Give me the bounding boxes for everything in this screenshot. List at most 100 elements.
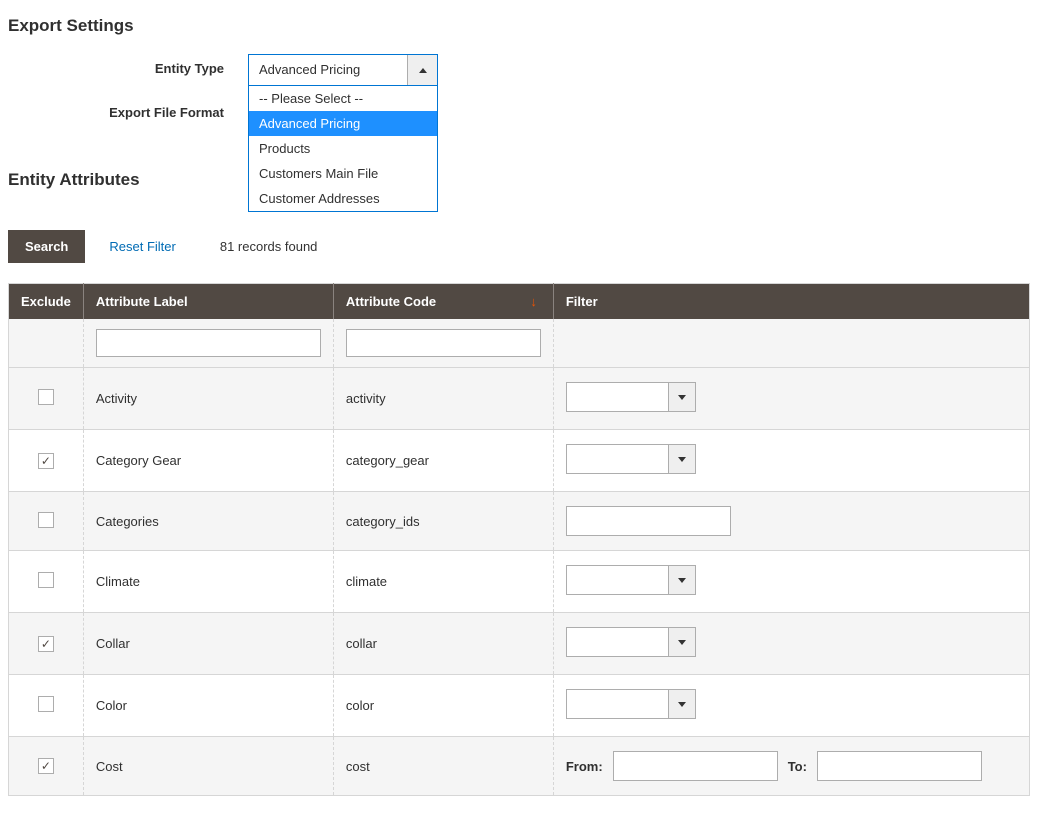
grid-toolbar: Search Reset Filter 81 records found bbox=[8, 230, 1035, 263]
range-from-input[interactable] bbox=[613, 751, 778, 781]
filter-label-cell bbox=[83, 319, 333, 368]
attribute-label-cell: Activity bbox=[83, 368, 333, 430]
filter-cell bbox=[553, 675, 1029, 737]
section-entity-attributes: Entity Attributes bbox=[8, 170, 1035, 190]
entity-type-select-box[interactable]: Advanced Pricing bbox=[248, 54, 438, 86]
filter-select-toggle[interactable] bbox=[668, 689, 696, 719]
filter-select-value bbox=[566, 382, 668, 412]
entity-type-option[interactable]: Customers Main File bbox=[249, 161, 437, 186]
header-filter[interactable]: Filter bbox=[553, 284, 1029, 320]
file-format-row: Export File Format bbox=[8, 98, 1035, 120]
entity-type-row: Entity Type Advanced Pricing -- Please S… bbox=[8, 54, 1035, 86]
chevron-down-icon bbox=[678, 640, 686, 645]
attribute-code-cell: category_ids bbox=[333, 492, 553, 551]
attribute-code-cell: category_gear bbox=[333, 430, 553, 492]
attribute-code-cell: color bbox=[333, 675, 553, 737]
attribute-code-cell: cost bbox=[333, 737, 553, 796]
exclude-checkbox[interactable] bbox=[38, 389, 54, 405]
attribute-label-cell: Cost bbox=[83, 737, 333, 796]
table-row: ✓ Collarcollar bbox=[9, 613, 1030, 675]
exclude-checkbox[interactable]: ✓ bbox=[38, 453, 54, 469]
range-from-label: From: bbox=[566, 759, 603, 774]
filter-select-toggle[interactable] bbox=[668, 444, 696, 474]
attribute-label-cell: Color bbox=[83, 675, 333, 737]
filter-attribute-label-input[interactable] bbox=[96, 329, 321, 357]
table-row: ✓ Costcost From: To: bbox=[9, 737, 1030, 796]
attribute-code-cell: collar bbox=[333, 613, 553, 675]
exclude-checkbox[interactable]: ✓ bbox=[38, 758, 54, 774]
chevron-down-icon bbox=[678, 702, 686, 707]
file-format-label: Export File Format bbox=[8, 98, 248, 120]
search-button[interactable]: Search bbox=[8, 230, 85, 263]
filter-cell bbox=[553, 551, 1029, 613]
attribute-code-cell: climate bbox=[333, 551, 553, 613]
chevron-down-icon bbox=[678, 578, 686, 583]
chevron-up-icon bbox=[419, 68, 427, 73]
entity-type-option[interactable]: Customer Addresses bbox=[249, 186, 437, 211]
table-row: Activityactivity bbox=[9, 368, 1030, 430]
entity-type-option[interactable]: -- Please Select -- bbox=[249, 86, 437, 111]
attribute-label-cell: Climate bbox=[83, 551, 333, 613]
filter-select-value bbox=[566, 627, 668, 657]
exclude-checkbox[interactable] bbox=[38, 572, 54, 588]
attribute-label-cell: Category Gear bbox=[83, 430, 333, 492]
filter-code-cell bbox=[333, 319, 553, 368]
exclude-checkbox[interactable] bbox=[38, 512, 54, 528]
filter-cell: From: To: bbox=[553, 737, 1029, 796]
filter-cell bbox=[553, 430, 1029, 492]
filter-select-toggle[interactable] bbox=[668, 565, 696, 595]
filter-select-value bbox=[566, 565, 668, 595]
filter-attribute-code-input[interactable] bbox=[346, 329, 541, 357]
filter-select[interactable] bbox=[566, 689, 696, 719]
table-row: Colorcolor bbox=[9, 675, 1030, 737]
filter-select-toggle[interactable] bbox=[668, 382, 696, 412]
entity-type-dropdown[interactable]: -- Please Select --Advanced PricingProdu… bbox=[248, 86, 438, 212]
attribute-code-cell: activity bbox=[333, 368, 553, 430]
filter-cell bbox=[553, 368, 1029, 430]
table-row: ✓ Category Gearcategory_gear bbox=[9, 430, 1030, 492]
header-attribute-code[interactable]: Attribute Code ↓ bbox=[333, 284, 553, 320]
filter-select[interactable] bbox=[566, 382, 696, 412]
exclude-cell: ✓ bbox=[9, 737, 84, 796]
attribute-label-cell: Collar bbox=[83, 613, 333, 675]
exclude-cell: ✓ bbox=[9, 613, 84, 675]
chevron-down-icon bbox=[678, 457, 686, 462]
entity-type-select[interactable]: Advanced Pricing -- Please Select --Adva… bbox=[248, 54, 438, 86]
exclude-cell bbox=[9, 675, 84, 737]
exclude-checkbox[interactable]: ✓ bbox=[38, 636, 54, 652]
filter-select-value bbox=[566, 689, 668, 719]
records-found: 81 records found bbox=[220, 239, 318, 254]
exclude-cell bbox=[9, 368, 84, 430]
filter-exclude-cell bbox=[9, 319, 84, 368]
exclude-cell bbox=[9, 492, 84, 551]
entity-type-toggle[interactable] bbox=[407, 55, 437, 85]
range-to-label: To: bbox=[788, 759, 807, 774]
header-attribute-label[interactable]: Attribute Label bbox=[83, 284, 333, 320]
header-attribute-code-text: Attribute Code bbox=[346, 294, 436, 309]
chevron-down-icon bbox=[678, 395, 686, 400]
grid-filter-row bbox=[9, 319, 1030, 368]
filter-text-input[interactable] bbox=[566, 506, 731, 536]
header-exclude[interactable]: Exclude bbox=[9, 284, 84, 320]
entity-type-option[interactable]: Products bbox=[249, 136, 437, 161]
exclude-checkbox[interactable] bbox=[38, 696, 54, 712]
entity-type-value: Advanced Pricing bbox=[249, 55, 407, 85]
exclude-cell bbox=[9, 551, 84, 613]
reset-filter-link[interactable]: Reset Filter bbox=[109, 239, 175, 254]
range-to-input[interactable] bbox=[817, 751, 982, 781]
filter-filter-cell bbox=[553, 319, 1029, 368]
filter-select-value bbox=[566, 444, 668, 474]
exclude-cell: ✓ bbox=[9, 430, 84, 492]
filter-select[interactable] bbox=[566, 565, 696, 595]
entity-type-label: Entity Type bbox=[8, 54, 248, 76]
section-export-settings: Export Settings bbox=[8, 16, 1035, 36]
filter-select[interactable] bbox=[566, 627, 696, 657]
table-row: Categoriescategory_ids bbox=[9, 492, 1030, 551]
filter-cell bbox=[553, 492, 1029, 551]
filter-range: From: To: bbox=[566, 751, 1017, 781]
sort-descending-icon: ↓ bbox=[530, 294, 537, 309]
filter-select[interactable] bbox=[566, 444, 696, 474]
attributes-grid: Exclude Attribute Label Attribute Code ↓… bbox=[8, 283, 1030, 796]
filter-select-toggle[interactable] bbox=[668, 627, 696, 657]
entity-type-option[interactable]: Advanced Pricing bbox=[249, 111, 437, 136]
